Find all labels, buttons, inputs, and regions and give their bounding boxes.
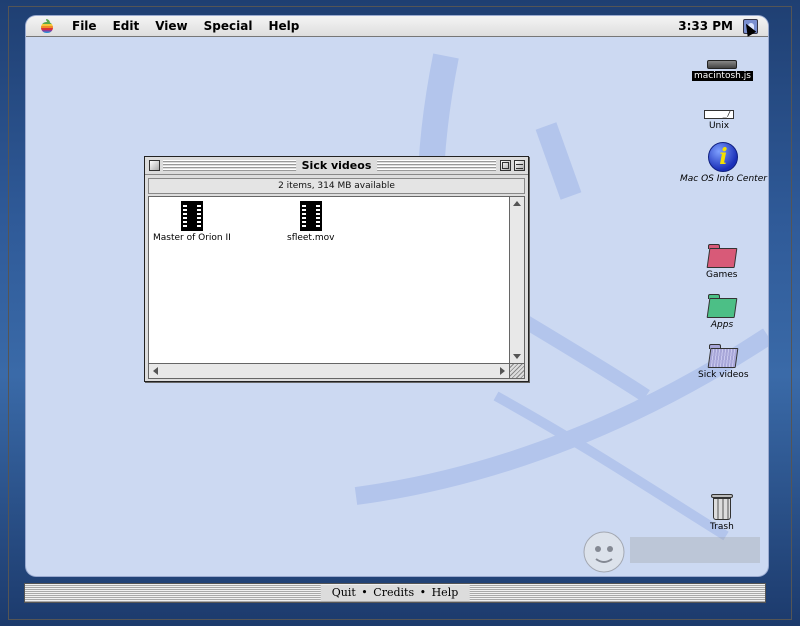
apple-menu-icon[interactable] xyxy=(40,19,54,33)
desktop-label-games: Games xyxy=(706,270,738,280)
desktop-icon-sick-videos[interactable]: Sick videos xyxy=(696,344,751,380)
scroll-right-arrow-icon[interactable] xyxy=(500,367,505,375)
mac-screen: File Edit View Special Help 3:33 PM maci… xyxy=(26,16,768,576)
desktop-label-macintosh: macintosh.js xyxy=(692,71,753,81)
desktop-icon-games[interactable]: Games xyxy=(704,244,739,280)
folder-icon xyxy=(706,294,738,318)
scroll-up-arrow-icon[interactable] xyxy=(513,201,521,206)
trash-icon xyxy=(710,492,733,520)
horizontal-scrollbar[interactable] xyxy=(148,364,510,379)
separator: • xyxy=(419,586,427,599)
window-close-button[interactable] xyxy=(149,160,160,171)
window-resize-handle[interactable] xyxy=(510,364,525,379)
separator: • xyxy=(361,586,368,599)
menu-edit[interactable]: Edit xyxy=(105,19,148,33)
desktop-icon-unix[interactable]: _/ Unix xyxy=(704,110,734,131)
folder-icon xyxy=(707,344,739,368)
menu-bar: File Edit View Special Help 3:33 PM xyxy=(26,16,768,37)
vertical-scrollbar[interactable] xyxy=(510,196,525,364)
desktop-label-info-center: Mac OS Info Center xyxy=(680,174,767,184)
quit-link[interactable]: Quit xyxy=(331,586,357,599)
window-title-bar[interactable]: Sick videos xyxy=(145,157,528,175)
menu-help[interactable]: Help xyxy=(260,19,307,33)
file-item-master-of-orion[interactable]: Master of Orion II xyxy=(153,201,231,243)
desktop-label-unix: Unix xyxy=(708,121,730,131)
window-title: Sick videos xyxy=(295,158,378,173)
desktop-icon-macintosh[interactable]: macintosh.js xyxy=(692,60,753,81)
window-content[interactable]: Master of Orion II sfleet.mov xyxy=(148,196,510,364)
finder-window[interactable]: Sick videos 2 items, 314 MB available Ma… xyxy=(144,156,529,382)
menu-view[interactable]: View xyxy=(147,19,195,33)
bottom-bar: Quit • Credits • Help xyxy=(24,583,766,603)
desktop-icon-trash[interactable]: Trash xyxy=(708,492,736,532)
window-zoom-button[interactable] xyxy=(500,160,511,171)
window-info-bar: 2 items, 314 MB available xyxy=(148,178,525,194)
desktop-icon-apps[interactable]: Apps xyxy=(706,294,738,330)
folder-icon xyxy=(706,244,738,268)
bottom-links: Quit • Credits • Help xyxy=(320,585,470,601)
info-icon: i xyxy=(708,142,739,172)
desktop-label-apps: Apps xyxy=(710,320,734,330)
hard-disk-icon xyxy=(707,60,738,69)
file-label: sfleet.mov xyxy=(287,233,335,243)
scroll-down-arrow-icon[interactable] xyxy=(513,354,521,359)
menu-special[interactable]: Special xyxy=(196,19,261,33)
menu-clock[interactable]: 3:33 PM xyxy=(678,19,733,33)
unix-disk-icon: _/ xyxy=(704,110,734,119)
menu-file[interactable]: File xyxy=(64,19,105,33)
desktop-icon-info-center[interactable]: i Mac OS Info Center xyxy=(678,142,768,184)
movie-file-icon xyxy=(180,201,203,231)
desktop-label-sick-videos: Sick videos xyxy=(698,370,749,380)
scroll-left-arrow-icon[interactable] xyxy=(153,367,158,375)
credits-link[interactable]: Credits xyxy=(372,586,415,599)
help-link[interactable]: Help xyxy=(431,586,460,599)
watermark-logo xyxy=(583,531,760,573)
window-collapse-button[interactable] xyxy=(514,160,525,171)
file-label: Master of Orion II xyxy=(153,233,231,243)
file-item-sfleet[interactable]: sfleet.mov xyxy=(287,201,334,243)
movie-file-icon xyxy=(299,201,322,231)
